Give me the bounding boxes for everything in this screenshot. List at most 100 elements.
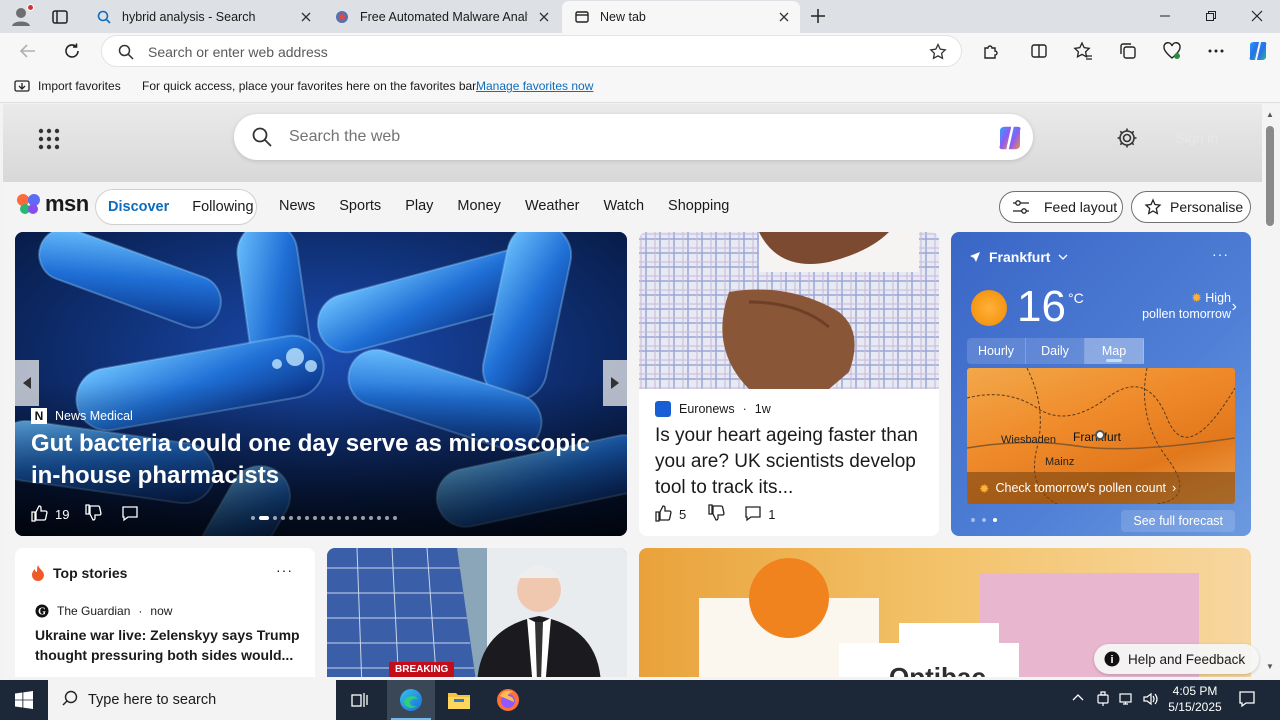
close-tab-icon[interactable]	[298, 9, 314, 25]
scroll-up-icon[interactable]: ▲	[1266, 110, 1274, 119]
carousel-dot[interactable]	[289, 516, 293, 520]
close-window-button[interactable]	[1247, 6, 1267, 26]
notification-center-icon[interactable]	[1238, 690, 1256, 711]
full-forecast-button[interactable]: See full forecast	[1121, 510, 1235, 532]
hero-carousel[interactable]: N News Medical Gut bacteria could one da…	[15, 232, 627, 536]
top-stories-more-icon[interactable]: ···	[276, 562, 293, 578]
carousel-dot[interactable]	[345, 516, 349, 520]
carousel-dot[interactable]	[385, 516, 389, 520]
dislike-icon[interactable]	[85, 504, 103, 525]
web-search-box[interactable]	[234, 114, 1033, 160]
weather-more-icon[interactable]: ···	[1212, 246, 1229, 262]
taskbar-search[interactable]: Type here to search	[48, 680, 336, 720]
personalise-button[interactable]: Personalise	[1131, 191, 1251, 223]
hero-headline[interactable]: Gut bacteria could one day serve as micr…	[31, 428, 611, 492]
system-clock[interactable]: 4:05 PM 5/15/2025	[1160, 683, 1230, 715]
pollen-map[interactable]: Wiesbaden Frankfurt Mainz ✹ Check tomorr…	[967, 368, 1235, 504]
weather-tab-map[interactable]: Map	[1085, 338, 1144, 364]
favorites-button[interactable]	[1073, 41, 1093, 61]
copilot-button[interactable]	[1246, 39, 1270, 63]
weather-page-dot-active[interactable]	[993, 518, 997, 522]
nav-sports[interactable]: Sports	[339, 198, 381, 214]
back-button[interactable]	[18, 41, 38, 61]
weather-page-dot[interactable]	[971, 518, 975, 522]
comment-icon[interactable]	[121, 504, 139, 525]
tab-hybrid-search[interactable]: hybrid analysis - Search	[84, 1, 322, 33]
copilot-icon[interactable]	[995, 123, 1025, 153]
help-feedback-button[interactable]: i Help and Feedback	[1094, 644, 1260, 674]
nav-weather[interactable]: Weather	[525, 198, 580, 214]
scroll-down-icon[interactable]: ▼	[1266, 662, 1274, 671]
msn-logo[interactable]: msn	[16, 191, 89, 217]
feed-layout-button[interactable]: Feed layout	[999, 191, 1123, 223]
settings-more-button[interactable]	[1206, 41, 1226, 61]
carousel-dot[interactable]	[337, 516, 341, 520]
sign-in-button[interactable]: Sign in	[1158, 124, 1236, 152]
like-icon[interactable]	[31, 504, 49, 525]
address-bar[interactable]	[101, 35, 962, 67]
restore-button[interactable]	[1201, 6, 1221, 26]
carousel-dot[interactable]	[369, 516, 373, 520]
tab-new-tab[interactable]: New tab	[562, 1, 800, 33]
dislike-icon[interactable]	[708, 504, 726, 525]
breaking-news-card[interactable]: BREAKING	[327, 548, 627, 677]
carousel-dot[interactable]	[361, 516, 365, 520]
tray-chevron-up-icon[interactable]	[1072, 691, 1084, 705]
top-story-title[interactable]: Ukraine war live: Zelenskyy says Trump t…	[35, 625, 300, 665]
carousel-dot[interactable]	[297, 516, 301, 520]
nav-money[interactable]: Money	[457, 198, 501, 214]
carousel-dot[interactable]	[393, 516, 397, 520]
comment-icon[interactable]	[744, 504, 762, 525]
chevron-right-icon[interactable]: ›	[1232, 298, 1237, 316]
tab-malware-analysis[interactable]: Free Automated Malware Analysis	[322, 1, 560, 33]
carousel-dot[interactable]	[305, 516, 309, 520]
pollen-forecast[interactable]: ✹ High pollen tomorrow	[1142, 290, 1231, 322]
profile-avatar[interactable]	[10, 4, 34, 27]
pollen-cta[interactable]: ✹ Check tomorrow's pollen count ›	[967, 472, 1235, 504]
scroll-thumb[interactable]	[1266, 126, 1274, 226]
hero-source[interactable]: N News Medical	[31, 408, 133, 424]
address-input[interactable]	[148, 43, 908, 61]
network-icon[interactable]	[1118, 691, 1134, 710]
carousel-next-button[interactable]	[603, 360, 627, 406]
weather-tab-hourly[interactable]: Hourly	[967, 338, 1026, 364]
carousel-dot[interactable]	[313, 516, 317, 520]
nav-shopping[interactable]: Shopping	[668, 198, 729, 214]
close-tab-icon[interactable]	[536, 9, 552, 25]
import-favorites-button[interactable]: Import favorites	[14, 78, 121, 94]
carousel-dot[interactable]	[281, 516, 285, 520]
card2-title[interactable]: Is your heart ageing faster than you are…	[655, 423, 925, 501]
refresh-button[interactable]	[62, 41, 82, 61]
carousel-dot[interactable]	[251, 516, 255, 520]
like-icon[interactable]	[655, 504, 673, 525]
weather-unit[interactable]: °C	[1068, 290, 1084, 306]
nav-watch[interactable]: Watch	[603, 198, 644, 214]
top-stories-card[interactable]: Top stories ··· G The Guardian · now Ukr…	[15, 548, 315, 677]
top-story-source[interactable]: G The Guardian · now	[35, 604, 172, 618]
collections-button[interactable]	[1118, 41, 1138, 61]
tray-device-icon[interactable]	[1096, 691, 1110, 710]
carousel-dot[interactable]	[353, 516, 357, 520]
close-tab-icon[interactable]	[776, 9, 792, 25]
nav-news[interactable]: News	[279, 198, 315, 214]
favorite-star-icon[interactable]	[929, 42, 947, 66]
taskbar-firefox[interactable]	[484, 680, 532, 720]
page-settings-button[interactable]	[1116, 127, 1138, 149]
manage-favorites-link[interactable]: Manage favorites now	[476, 79, 593, 93]
carousel-prev-button[interactable]	[15, 360, 39, 406]
news-card-heart[interactable]: Euronews · 1w Is your heart ageing faste…	[639, 232, 939, 536]
web-search-input[interactable]	[289, 127, 969, 147]
carousel-dot[interactable]	[377, 516, 381, 520]
page-scrollbar[interactable]: ▲ ▼	[1262, 104, 1280, 677]
tab-following[interactable]: Following	[192, 199, 253, 215]
weather-card[interactable]: Frankfurt ··· 16 °C ✹ High pollen tomorr…	[951, 232, 1251, 536]
split-screen-button[interactable]	[1029, 41, 1049, 61]
browser-essentials-button[interactable]	[1162, 41, 1182, 61]
nav-play[interactable]: Play	[405, 198, 433, 214]
start-button[interactable]	[0, 680, 48, 720]
weather-location[interactable]: Frankfurt	[969, 249, 1068, 265]
task-view-button[interactable]	[336, 680, 384, 720]
weather-tab-daily[interactable]: Daily	[1026, 338, 1085, 364]
carousel-dot-active[interactable]	[259, 516, 269, 520]
tab-discover[interactable]: Discover	[108, 199, 169, 215]
